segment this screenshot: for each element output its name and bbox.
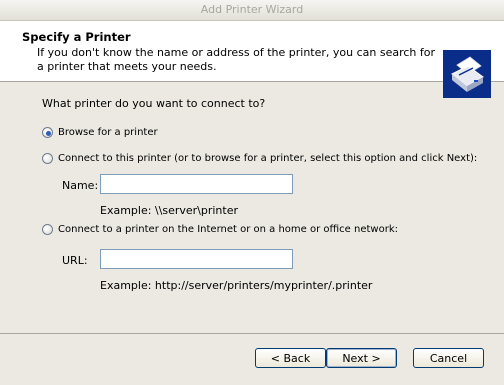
- wizard-body: What printer do you want to connect to? …: [0, 82, 504, 342]
- option-browse[interactable]: Browse for a printer: [42, 127, 158, 138]
- option-connect-name[interactable]: Connect to this printer (or to browse fo…: [42, 153, 477, 164]
- wizard-header: Specify a Printer If you don't know the …: [0, 21, 504, 98]
- page-description: If you don't know the name or address of…: [37, 46, 436, 73]
- url-input[interactable]: [100, 249, 293, 269]
- url-label: URL:: [62, 254, 88, 267]
- footer-divider: [0, 333, 504, 334]
- url-example: Example: http://server/printers/myprinte…: [100, 279, 373, 292]
- title-bar[interactable]: Add Printer Wizard: [0, 0, 504, 21]
- back-button[interactable]: < Back: [255, 348, 326, 368]
- name-example: Example: \\server\printer: [100, 204, 238, 217]
- option-connect-url-label: Connect to a printer on the Internet or …: [58, 224, 398, 235]
- name-input[interactable]: [100, 174, 293, 194]
- page-title: Specify a Printer: [22, 30, 131, 44]
- radio-connect-url[interactable]: [42, 224, 53, 235]
- option-browse-label: Browse for a printer: [58, 127, 158, 138]
- option-connect-name-label: Connect to this printer (or to browse fo…: [58, 153, 478, 164]
- radio-connect-name[interactable]: [42, 153, 53, 164]
- question-label: What printer do you want to connect to?: [42, 97, 266, 110]
- radio-browse[interactable]: [42, 127, 53, 138]
- window-title: Add Printer Wizard: [200, 3, 304, 16]
- wizard-window: Add Printer Wizard Specify a Printer If …: [0, 0, 504, 385]
- option-connect-url[interactable]: Connect to a printer on the Internet or …: [42, 224, 398, 235]
- name-label: Name:: [62, 179, 99, 192]
- cancel-button[interactable]: Cancel: [413, 348, 484, 368]
- next-button[interactable]: Next >: [326, 348, 397, 368]
